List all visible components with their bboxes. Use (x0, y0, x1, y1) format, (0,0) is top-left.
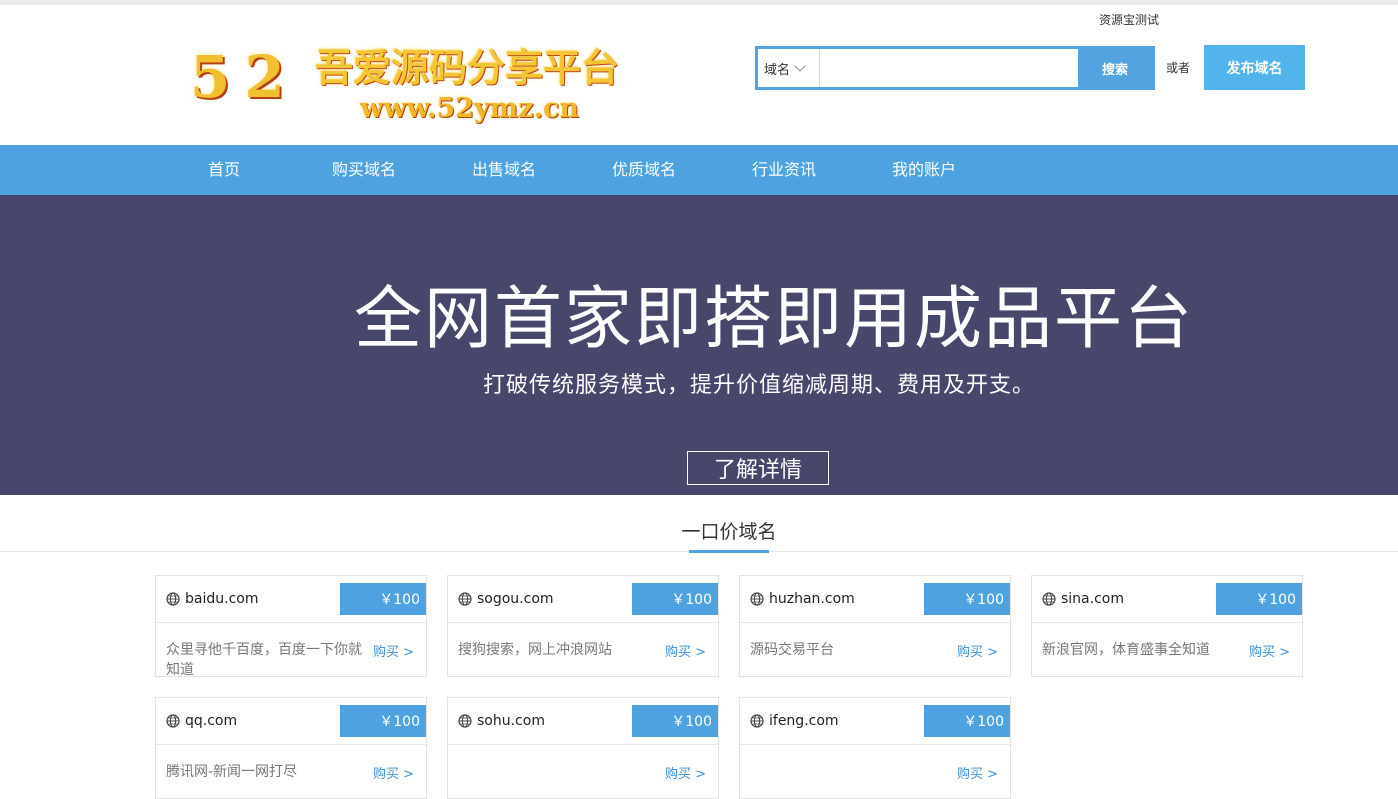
price-badge: ￥100 (1216, 583, 1302, 615)
buy-link[interactable]: 购买 > (665, 763, 706, 782)
price-badge: ￥100 (632, 705, 718, 737)
or-label: 或者 (1166, 61, 1191, 75)
publish-domain-button[interactable]: 发布域名 (1204, 45, 1305, 90)
card-header: baidu.com ￥100 (156, 576, 426, 623)
domain-name: sina.com (1061, 591, 1124, 607)
search-input[interactable] (820, 49, 1078, 87)
domain-description: 搜狗搜索，网上冲浪网站 (458, 642, 612, 658)
domain-name: baidu.com (185, 591, 259, 607)
price-badge: ￥100 (632, 583, 718, 615)
domain-card-grid: baidu.com ￥100 众里寻他千百度，百度一下你就知道 购买 > sog… (0, 557, 1398, 799)
globe-icon (750, 592, 764, 606)
globe-icon (166, 714, 180, 728)
site-header: 52 吾爱源码分享平台 www.52ymz.cn 资源宝测试 域名 搜索 或者 … (0, 5, 1398, 145)
buy-link[interactable]: 购买 > (373, 641, 414, 660)
card-header: sogou.com ￥100 (448, 576, 718, 623)
card-header: sina.com ￥100 (1032, 576, 1302, 623)
domain-name: sogou.com (477, 591, 554, 607)
domain-card[interactable]: sina.com ￥100 新浪官网，体育盛事全知道 购买 > (1031, 575, 1303, 677)
card-domain[interactable]: sina.com (1042, 591, 1124, 607)
learn-more-button[interactable]: 了解详情 (687, 451, 829, 485)
hero-banner: 全网首家即搭即用成品平台 打破传统服务模式，提升价值缩减周期、费用及开支。 了解… (0, 195, 1398, 495)
domain-name: ifeng.com (769, 713, 839, 729)
domain-card[interactable]: ifeng.com ￥100 购买 > (739, 697, 1011, 799)
globe-icon (458, 714, 472, 728)
section-title: 一口价域名 (681, 521, 777, 543)
buy-link[interactable]: 购买 > (665, 641, 706, 660)
card-header: qq.com ￥100 (156, 698, 426, 745)
domain-description: 新浪官网，体育盛事全知道 (1042, 642, 1210, 658)
buy-link[interactable]: 购买 > (373, 763, 414, 782)
site-logo[interactable]: 52 吾爱源码分享平台 www.52ymz.cn (190, 35, 650, 135)
chevron-down-icon (794, 59, 806, 72)
card-domain[interactable]: sogou.com (458, 591, 554, 607)
globe-icon (166, 592, 180, 606)
domain-name: qq.com (185, 713, 238, 729)
nav-item-industry-news[interactable]: 行业资讯 (752, 145, 816, 195)
globe-icon (1042, 592, 1056, 606)
logo-title: 吾爱源码分享平台 (315, 46, 620, 90)
search-type-label: 域名 (764, 62, 791, 78)
search-box: 域名 搜索 (755, 46, 1155, 90)
price-badge: ￥100 (924, 705, 1010, 737)
card-header: sohu.com ￥100 (448, 698, 718, 745)
section-header: 一口价域名 (0, 495, 1398, 553)
main-nav: 首页 购买域名 出售域名 优质域名 行业资讯 我的账户 (0, 145, 1398, 195)
domain-card[interactable]: baidu.com ￥100 众里寻他千百度，百度一下你就知道 购买 > (155, 575, 427, 678)
domain-name: sohu.com (477, 713, 545, 729)
buy-link[interactable]: 购买 > (957, 763, 998, 782)
nav-item-home[interactable]: 首页 (208, 145, 240, 195)
nav-item-sell-domain[interactable]: 出售域名 (472, 145, 536, 195)
card-domain[interactable]: qq.com (166, 713, 237, 729)
logo-url: www.52ymz.cn (360, 93, 580, 124)
card-header: ifeng.com ￥100 (740, 698, 1010, 745)
price-badge: ￥100 (340, 583, 426, 615)
card-domain[interactable]: baidu.com (166, 591, 258, 607)
buy-link[interactable]: 购买 > (957, 641, 998, 660)
logo-number: 52 (190, 43, 299, 111)
domain-card[interactable]: qq.com ￥100 腾讯网-新闻一网打尽 购买 > (155, 697, 427, 799)
card-domain[interactable]: ifeng.com (750, 713, 839, 729)
card-domain[interactable]: huzhan.com (750, 591, 855, 607)
globe-icon (750, 714, 764, 728)
section-underline (689, 550, 769, 553)
price-badge: ￥100 (924, 583, 1010, 615)
site-name-link[interactable]: 资源宝测试 (1099, 11, 1159, 28)
price-badge: ￥100 (340, 705, 426, 737)
nav-item-premium-domain[interactable]: 优质域名 (612, 145, 676, 195)
banner-title: 全网首家即搭即用成品平台 (353, 280, 1194, 359)
card-domain[interactable]: sohu.com (458, 713, 545, 729)
card-header: huzhan.com ￥100 (740, 576, 1010, 623)
domain-description: 源码交易平台 (750, 642, 834, 658)
search-button[interactable]: 搜索 (1078, 49, 1152, 87)
search-type-select[interactable]: 域名 (758, 49, 820, 87)
globe-icon (458, 592, 472, 606)
nav-item-my-account[interactable]: 我的账户 (892, 145, 956, 195)
domain-card[interactable]: sohu.com ￥100 购买 > (447, 697, 719, 799)
buy-link[interactable]: 购买 > (1249, 641, 1290, 660)
domain-card[interactable]: huzhan.com ￥100 源码交易平台 购买 > (739, 575, 1011, 677)
domain-name: huzhan.com (769, 591, 855, 607)
domain-description: 众里寻他千百度，百度一下你就知道 (166, 642, 362, 678)
nav-item-buy-domain[interactable]: 购买域名 (332, 145, 396, 195)
domain-description: 腾讯网-新闻一网打尽 (166, 764, 298, 780)
domain-card[interactable]: sogou.com ￥100 搜狗搜索，网上冲浪网站 购买 > (447, 575, 719, 677)
banner-subtitle: 打破传统服务模式，提升价值缩减周期、费用及开支。 (482, 373, 1035, 398)
